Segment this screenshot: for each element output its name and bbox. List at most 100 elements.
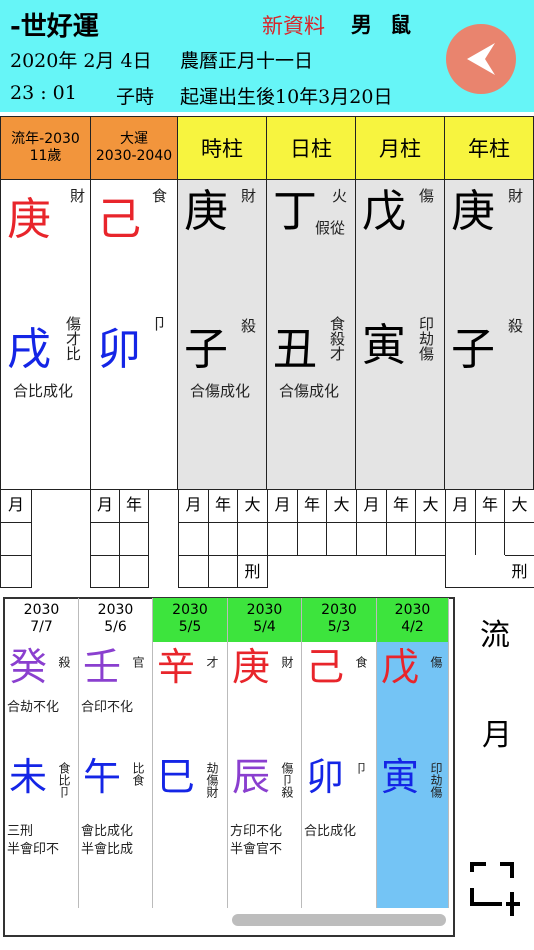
lunar-date: 農曆正月十一日 xyxy=(180,50,314,72)
pillar-branch: 卯 xyxy=(97,324,141,375)
branch-gods: 殺 xyxy=(506,318,524,333)
day-relation-grid: 月 年 大 xyxy=(267,490,357,556)
flow-month-year: 2030 xyxy=(172,602,208,618)
flow-month-branch-note2: 半會比成 xyxy=(81,842,134,857)
day-pillar-header: 日柱 xyxy=(267,116,356,180)
flow-month-stem-god: 財 xyxy=(280,656,294,668)
flow-month-stem: 壬 xyxy=(83,645,122,689)
stem-god: 傷 xyxy=(417,188,435,203)
grid-cell xyxy=(298,522,327,556)
flow-month-column[interactable]: 2030 5/6 壬官合印不化午比食 會比成化 半會比成 xyxy=(79,598,153,908)
new-record-link[interactable]: 新資料 xyxy=(262,10,325,40)
day-pillar: 丁 火 假從 丑 食殺才 合傷成化 xyxy=(267,180,356,490)
hour-pillar: 庚 財 子 殺 合傷成化 xyxy=(178,180,267,490)
year-pillar: 庚 財 子 殺 xyxy=(445,180,534,490)
clash-cell: 刑 xyxy=(238,555,268,588)
flow-month-header: 2030 5/4 xyxy=(228,598,301,642)
day-pillar-label: 日柱 xyxy=(290,137,332,161)
flow-month-stem-note: 合劫不化 xyxy=(7,700,60,715)
pillar-branch: 寅 xyxy=(362,320,406,371)
grid-cell-big: 大 xyxy=(238,490,268,522)
gender-label: 男 xyxy=(351,12,372,37)
flow-month-column[interactable]: 2030 5/3 己食卯卩合比成化 xyxy=(302,598,377,908)
flow-month-branch: 午 xyxy=(83,755,122,799)
expand-button[interactable] xyxy=(466,858,522,918)
big-luck-range: 2030-2040 xyxy=(95,148,173,164)
grid-cell-year: 年 xyxy=(476,490,505,522)
grid-cell xyxy=(209,555,238,588)
grid-cell-year: 年 xyxy=(209,490,238,522)
horizontal-scrollbar[interactable] xyxy=(232,914,446,926)
flow-month-stem: 癸 xyxy=(9,645,48,689)
year-relation-grid: 月 年 大 刑 xyxy=(445,490,534,588)
flow-month-branch-gods: 食比卩 xyxy=(57,762,71,798)
grid-cell xyxy=(268,522,298,556)
flow-month-branch: 寅 xyxy=(381,755,420,799)
flow-month-branch-note1: 方印不化 xyxy=(230,824,283,839)
grid-cell-big: 大 xyxy=(327,490,357,522)
flow-month-year: 2030 xyxy=(394,602,431,618)
flow-month-branch-note1: 合比成化 xyxy=(304,824,357,839)
person-name: -世好運 xyxy=(10,12,99,42)
pillar-note: 合比成化 xyxy=(13,382,74,400)
flow-month-header: 2030 5/6 xyxy=(79,598,152,642)
grid-cell xyxy=(327,522,357,556)
birth-hour: 子時 xyxy=(116,86,155,108)
back-button[interactable] xyxy=(446,24,516,94)
grid-cell-big: 大 xyxy=(416,490,446,522)
flow-month-column[interactable]: 2030 7/7 癸殺合劫不化未食比卩 三刑 半會印不 xyxy=(5,598,79,908)
grid-cell xyxy=(91,522,120,555)
flow-month-stem-god: 食 xyxy=(354,656,368,668)
year-flow-pillar[interactable]: 庚 財 戌 傷才比 合比成化 xyxy=(0,180,91,490)
flow-month-branch: 卯 xyxy=(306,755,345,799)
year-flow-relation-grid: 月 xyxy=(0,490,32,588)
flow-month-date: 5/6 xyxy=(104,619,127,635)
stem-god: 食 xyxy=(150,188,168,203)
year-flow-label: 流年-2030 xyxy=(11,131,80,147)
grid-cell-year: 年 xyxy=(120,490,149,522)
flow-month-date: 7/7 xyxy=(30,619,53,635)
grid-cell-month: 月 xyxy=(91,490,120,522)
flow-month-branch-gods: 卩 xyxy=(354,762,368,774)
crop-expand-icon xyxy=(470,862,520,916)
luck-start: 起運出生後10年3月20日 xyxy=(180,86,393,108)
flow-month-column[interactable]: 2030 4/2 戊傷寅印劫傷 xyxy=(377,598,449,908)
flow-month-year: 2030 xyxy=(97,602,134,618)
big-luck-header[interactable]: 大運 2030-2040 xyxy=(91,116,178,180)
big-luck-label: 大運 xyxy=(120,131,148,147)
stem-god: 財 xyxy=(68,188,86,203)
flow-month-branch-gods: 印劫傷 xyxy=(429,762,443,798)
flow-month-header: 2030 5/3 xyxy=(302,598,376,642)
month-pillar-label: 月柱 xyxy=(379,137,421,161)
flow-month-header: 2030 5/5 xyxy=(153,598,227,642)
month-relation-grid: 月 年 大 xyxy=(356,490,446,556)
flow-month-year: 2030 xyxy=(321,602,357,618)
grid-cell xyxy=(179,555,209,588)
flow-month-stem-god: 殺 xyxy=(57,656,71,668)
grid-cell xyxy=(179,522,209,555)
big-luck-pillar[interactable]: 己 食 卯 卩 xyxy=(91,180,178,490)
hour-pillar-label: 時柱 xyxy=(201,137,243,161)
stem-god: 財 xyxy=(506,188,524,203)
pillar-note: 合傷成化 xyxy=(279,382,340,400)
flow-month-header: 2030 7/7 xyxy=(5,598,78,642)
year-pillar-label: 年柱 xyxy=(468,137,510,161)
year-flow-header[interactable]: 流年-2030 11歲 xyxy=(0,116,91,180)
flow-month-branch-gods: 傷卩殺 xyxy=(280,762,294,798)
flow-month-branch-note2: 半會印不 xyxy=(7,842,60,857)
pillar-branch: 戌 xyxy=(7,324,51,375)
pillar-branch: 丑 xyxy=(273,324,317,375)
pillar-stem: 庚 xyxy=(7,194,51,245)
flow-month-branch-note2: 半會官不 xyxy=(230,842,283,857)
pillar-branch: 子 xyxy=(184,324,228,375)
hour-relation-grid: 月 年 大 刑 xyxy=(178,490,268,588)
flow-month-column[interactable]: 2030 5/4 庚財辰傷卩殺 方印不化 半會官不 xyxy=(228,598,302,908)
grid-cell: 刑 xyxy=(505,555,534,588)
flow-label-top: 流 xyxy=(480,618,510,653)
stem-god: 火 xyxy=(330,188,348,203)
grid-cell xyxy=(505,522,534,555)
pillar-stem: 己 xyxy=(97,194,141,245)
branch-gods: 印劫傷 xyxy=(417,316,435,361)
flow-month-stem-god: 才 xyxy=(205,656,219,668)
flow-month-column[interactable]: 2030 5/5 辛才巳劫傷財 xyxy=(153,598,228,908)
